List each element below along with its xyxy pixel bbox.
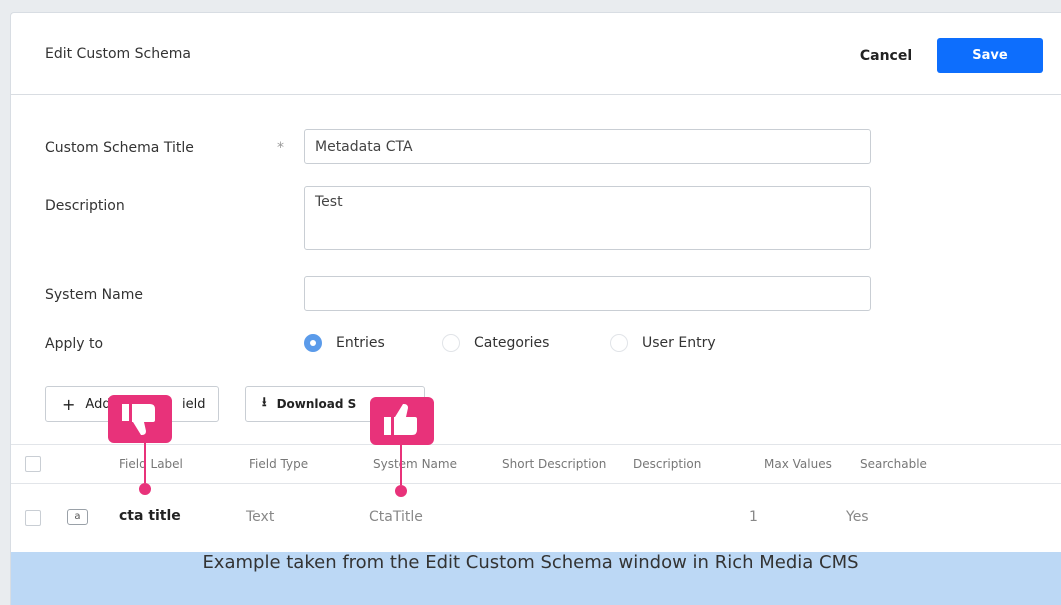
schema-title-input[interactable] (304, 129, 871, 164)
cell-field-label[interactable]: cta title (119, 508, 181, 524)
thumbs-up-icon (370, 397, 434, 445)
required-marker: * (277, 140, 284, 156)
download-label: Download S (276, 397, 357, 411)
save-button[interactable]: Save (937, 38, 1043, 73)
apply-to-label: Apply to (45, 336, 104, 352)
column-header-field-label: Field Label (119, 457, 183, 471)
row-checkbox[interactable] (25, 510, 41, 526)
radio-entries[interactable]: Entries (304, 333, 385, 353)
column-header-field-type: Field Type (249, 457, 309, 471)
table-top-divider (11, 444, 1061, 445)
description-textarea[interactable]: Test (304, 186, 871, 250)
column-header-searchable: Searchable (860, 457, 927, 471)
add-field-label: Add (85, 396, 111, 412)
text-type-icon: a (67, 509, 88, 525)
column-header-max-values: Max Values (764, 457, 832, 471)
caption-text: Example taken from the Edit Custom Schem… (202, 552, 859, 573)
radio-indicator (442, 334, 460, 352)
cell-field-type: Text (246, 509, 275, 525)
radio-user-entry[interactable]: User Entry (610, 333, 716, 353)
radio-selected-indicator (304, 334, 322, 352)
annotation-pin (395, 485, 407, 497)
annotation-stem (144, 443, 146, 483)
window-header: Edit Custom Schema Cancel Save (11, 13, 1061, 95)
cancel-button[interactable]: Cancel (851, 38, 921, 74)
annotation-pin (139, 483, 151, 495)
cell-max-values: 1 (749, 509, 758, 525)
thumbs-down-icon (108, 395, 172, 443)
column-header-short-description: Short Description (502, 457, 607, 471)
download-icon: ⭳ (262, 395, 267, 410)
edit-schema-window: Edit Custom Schema Cancel Save Custom Sc… (10, 12, 1061, 605)
plus-icon: + (62, 394, 76, 414)
radio-user-entry-label: User Entry (642, 335, 716, 351)
column-header-system-name: System Name (373, 457, 457, 471)
radio-entries-label: Entries (336, 335, 385, 351)
add-field-label-tail: ield (182, 396, 206, 412)
radio-indicator (610, 334, 628, 352)
table-header-divider (11, 483, 1061, 484)
cell-system-name: CtaTitle (369, 509, 423, 525)
window-title: Edit Custom Schema (45, 46, 191, 62)
system-name-input[interactable] (304, 276, 871, 311)
cell-searchable: Yes (846, 509, 869, 525)
select-all-checkbox[interactable] (25, 456, 41, 472)
system-name-label: System Name (45, 287, 143, 303)
column-header-description: Description (633, 457, 702, 471)
description-label: Description (45, 198, 125, 214)
schema-title-label: Custom Schema Title (45, 140, 194, 156)
radio-categories[interactable]: Categories (442, 333, 549, 353)
annotation-stem (400, 445, 402, 485)
radio-categories-label: Categories (474, 335, 550, 351)
